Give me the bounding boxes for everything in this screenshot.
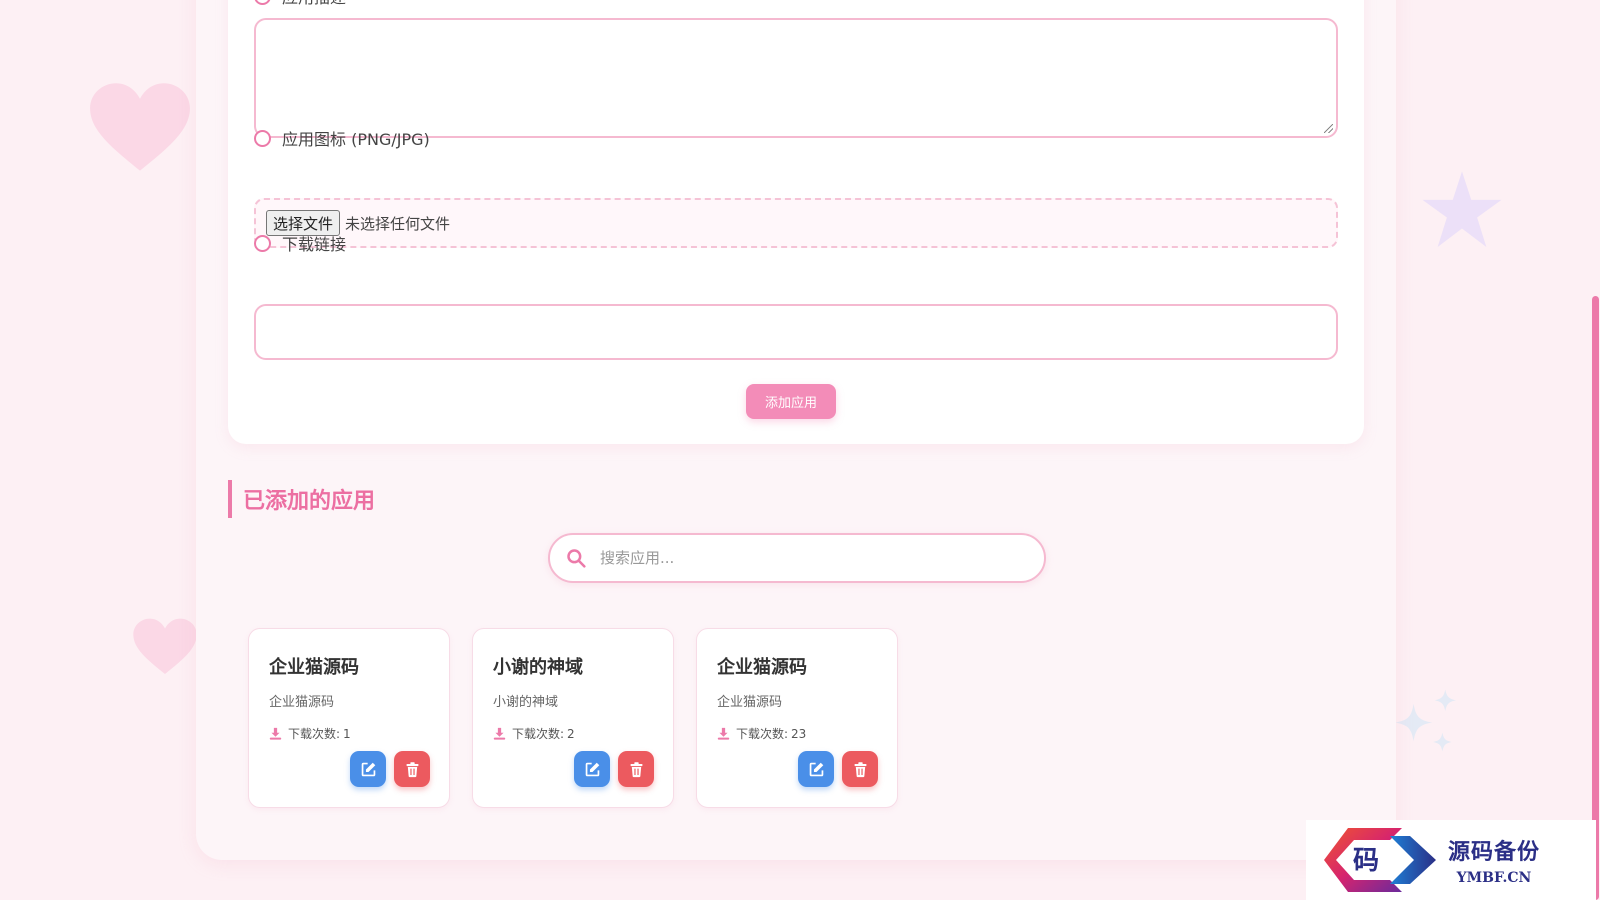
card-actions [798, 751, 878, 787]
app-card: 企业猫源码 企业猫源码 下载次数: 23 [696, 628, 898, 808]
trash-icon [854, 761, 866, 777]
download-count-label: 下载次数: [288, 727, 341, 741]
heart-decoration-icon [133, 618, 197, 675]
download-count-value: 2 [567, 726, 575, 741]
app-title: 小谢的神域 [493, 657, 583, 678]
watermark-logo-icon: 码 [1324, 828, 1436, 892]
watermark-name: 源码备份 [1448, 839, 1541, 865]
card-actions [350, 751, 430, 787]
app-title: 企业猫源码 [717, 657, 807, 678]
trash-icon [406, 761, 418, 777]
icon-field-label: 应用图标 (PNG/JPG) [254, 126, 430, 150]
icon-file-input[interactable]: 选择文件 未选择任何文件 [254, 198, 1338, 248]
search-icon [567, 549, 586, 568]
card-actions [574, 751, 654, 787]
description-field-label: 应用描述 [254, 0, 346, 8]
download-count: 下载次数: 23 [717, 725, 806, 742]
main-panel: 应用描述 应用图标 (PNG/JPG) 选择文件 未选择任何文件 下载链接 添加… [196, 0, 1396, 860]
description-label-text: 应用描述 [282, 0, 346, 8]
app-description: 企业猫源码 [717, 695, 783, 710]
delete-app-button[interactable] [394, 751, 430, 787]
heart-decoration-icon [90, 83, 190, 171]
delete-app-button[interactable] [618, 751, 654, 787]
download-icon [717, 727, 730, 740]
label-bullet-icon [254, 0, 271, 5]
add-app-form: 应用描述 应用图标 (PNG/JPG) 选择文件 未选择任何文件 下载链接 添加… [228, 0, 1364, 444]
star-decoration-icon [1422, 171, 1502, 247]
edit-app-button[interactable] [798, 751, 834, 787]
label-bullet-icon [254, 129, 271, 147]
app-title: 企业猫源码 [269, 657, 359, 678]
sparkle-decoration-icon [1394, 689, 1457, 752]
edit-app-button[interactable] [350, 751, 386, 787]
download-link-field-label: 下载链接 [254, 231, 346, 255]
search-input[interactable] [600, 549, 1020, 567]
app-description: 企业猫源码 [269, 695, 335, 710]
delete-app-button[interactable] [842, 751, 878, 787]
edit-icon [585, 762, 599, 776]
watermark-logo: 码 源码备份 YMBF.CN [1306, 820, 1596, 900]
download-count-value: 23 [791, 726, 807, 741]
icon-label-text: 应用图标 (PNG/JPG) [282, 130, 430, 149]
app-description: 小谢的神域 [493, 695, 559, 710]
download-count-label: 下载次数: [512, 727, 565, 741]
download-link-input[interactable] [254, 304, 1338, 360]
download-icon [493, 727, 506, 740]
resize-handle-icon[interactable] [1324, 124, 1333, 133]
download-icon [269, 727, 282, 740]
download-count-label: 下载次数: [736, 727, 789, 741]
scrollbar[interactable] [1590, 0, 1600, 900]
app-card: 小谢的神域 小谢的神域 下载次数: 2 [472, 628, 674, 808]
app-card: 企业猫源码 企业猫源码 下载次数: 1 [248, 628, 450, 808]
scrollbar-thumb[interactable] [1592, 296, 1599, 900]
download-count: 下载次数: 1 [269, 725, 351, 742]
edit-app-button[interactable] [574, 751, 610, 787]
download-count: 下载次数: 2 [493, 725, 575, 742]
search-bar[interactable] [548, 533, 1046, 583]
app-card-list: 企业猫源码 企业猫源码 下载次数: 1 小谢的神域 小谢的神域 下载次数: 2 … [248, 628, 898, 808]
edit-icon [809, 762, 823, 776]
description-textarea[interactable] [254, 18, 1338, 138]
download-link-label-text: 下载链接 [282, 235, 347, 254]
watermark-logo-char: 码 [1353, 846, 1379, 876]
watermark-text: 源码备份 YMBF.CN [1448, 834, 1540, 886]
label-bullet-icon [254, 234, 271, 252]
add-app-button[interactable]: 添加应用 [746, 384, 836, 419]
watermark-domain: YMBF.CN [1456, 870, 1532, 886]
file-status-text: 未选择任何文件 [345, 214, 451, 233]
section-title: 已添加的应用 [228, 480, 375, 518]
edit-icon [361, 762, 375, 776]
trash-icon [630, 761, 642, 777]
download-count-value: 1 [343, 726, 351, 741]
